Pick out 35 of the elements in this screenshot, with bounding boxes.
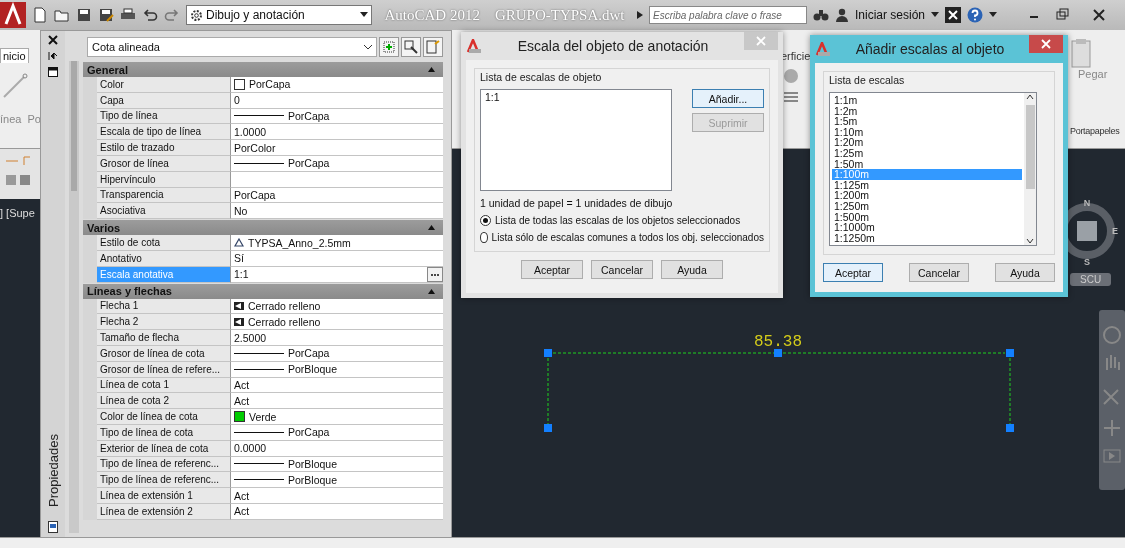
property-value: PorCapa bbox=[288, 157, 330, 170]
group-title: Lista de escalas bbox=[829, 74, 906, 86]
property-value: PorBloque bbox=[288, 457, 338, 470]
property-value: PorCapa bbox=[288, 347, 330, 360]
scale-ratio-text: 1 unidad de papel = 1 unidades de dibujo bbox=[480, 197, 674, 209]
property-value: Act bbox=[234, 489, 250, 502]
property-value: No bbox=[234, 204, 248, 217]
window-title: AutoCAD 2012 GRUPO-TYPSA.dwt bbox=[383, 6, 626, 24]
property-value: Sí bbox=[234, 252, 244, 265]
property-value: 2.5000 bbox=[234, 331, 267, 344]
dialog-title: Añadir escalas al objeto bbox=[854, 41, 1006, 57]
property-value: PorBloque bbox=[288, 363, 338, 376]
ribbon-label: Po bbox=[27, 113, 40, 125]
property-value: Act bbox=[234, 394, 250, 407]
property-value: 1:1 bbox=[234, 268, 249, 281]
group-title: Lista de escalas de objeto bbox=[480, 71, 603, 83]
property-value: PorColor bbox=[234, 141, 276, 154]
property-value: 1.0000 bbox=[234, 125, 267, 138]
property-value: 0 bbox=[234, 94, 240, 107]
ribbon-label: ínea bbox=[0, 113, 22, 125]
property-value: TYPSA_Anno_2.5mm bbox=[248, 236, 351, 249]
property-value: PorBloque bbox=[288, 473, 338, 486]
property-value: PorCapa bbox=[249, 78, 291, 91]
property-value: PorCapa bbox=[288, 110, 330, 122]
property-value: PorCapa bbox=[288, 426, 330, 439]
palette-title: Propiedades bbox=[45, 434, 61, 507]
property-value: Verde bbox=[249, 410, 277, 423]
property-value: Cerrado relleno bbox=[248, 315, 321, 328]
dialog-title: Escala del objeto de anotación bbox=[516, 38, 710, 54]
ribbon-panel-title: Portapapeles bbox=[1070, 126, 1120, 136]
property-value: Act bbox=[234, 505, 250, 518]
property-value: PorCapa bbox=[234, 188, 276, 201]
property-value: Act bbox=[234, 378, 250, 391]
property-value: Cerrado relleno bbox=[248, 299, 321, 312]
property-value: 0.0000 bbox=[234, 442, 267, 455]
